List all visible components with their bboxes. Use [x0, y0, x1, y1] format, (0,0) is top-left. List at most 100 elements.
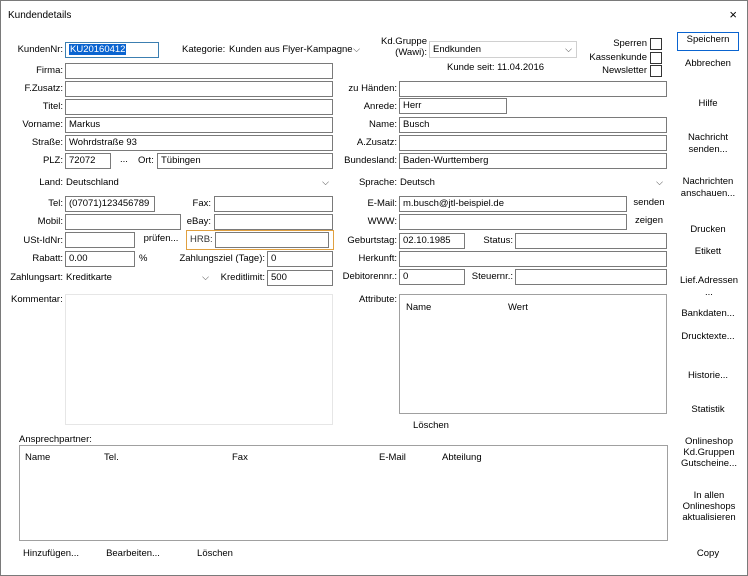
contacts-col-name: Name	[25, 452, 51, 463]
tel-input[interactable]: (07071)123456789	[65, 196, 155, 212]
statistik-button[interactable]: Statistik	[677, 402, 739, 420]
kategorie-select[interactable]: Kunden aus Flyer-Kampagne ⌵	[226, 42, 364, 59]
zuhaenden-label: zu Händen:	[348, 83, 397, 94]
strasse-label: Straße:	[31, 137, 63, 148]
contact-add-button[interactable]: Hinzufügen...	[19, 546, 83, 564]
strasse-input[interactable]: Wohrdstraße 93	[65, 135, 333, 151]
ebay-label: eBay:	[186, 216, 211, 227]
vorname-input[interactable]: Markus	[65, 117, 333, 133]
pruefen-button[interactable]: prüfen...	[138, 231, 184, 249]
kunde-seit-text: Kunde seit: 11.04.2016	[447, 62, 545, 73]
kommentar-textarea[interactable]	[65, 294, 333, 425]
ebay-input[interactable]	[214, 214, 333, 230]
attr-col-wert: Wert	[508, 302, 528, 313]
www-zeigen-button[interactable]: zeigen	[630, 213, 668, 231]
drucktexte-button[interactable]: Drucktexte...	[677, 329, 739, 347]
zahlungsziel-input[interactable]: 0	[267, 251, 333, 267]
window-title: Kundendetails	[8, 10, 72, 21]
hrb-field[interactable]: HRB:	[186, 230, 334, 250]
kreditlimit-input[interactable]: 500	[267, 270, 333, 286]
kassenkunde-checkbox[interactable]	[650, 52, 662, 64]
attribute-label: Attribute:	[358, 294, 397, 305]
drucken-button[interactable]: Drucken	[677, 222, 739, 240]
lief-adressen-button[interactable]: Lief.Adressen ...	[677, 272, 741, 300]
ansprechpartner-table[interactable]: Name Tel. Fax E-Mail Abteilung	[19, 445, 668, 541]
abbrechen-button[interactable]: Abbrechen	[677, 56, 739, 74]
land-value: Deutschland	[66, 177, 119, 188]
titel-input[interactable]	[65, 99, 333, 115]
chevron-down-icon: ⌵	[656, 177, 663, 187]
historie-button[interactable]: Historie...	[677, 368, 739, 386]
bankdaten-button[interactable]: Bankdaten...	[677, 306, 739, 324]
geburtstag-label: Geburtstag:	[347, 235, 397, 246]
status-input[interactable]	[515, 233, 667, 249]
contacts-col-fax: Fax	[232, 452, 248, 463]
firma-input[interactable]	[65, 63, 333, 79]
steuernr-input[interactable]	[515, 269, 667, 285]
kreditlimit-label: Kreditlimit:	[220, 272, 265, 283]
onlineshop-gruppen-button[interactable]: Onlineshop Kd.Gruppen Gutscheine...	[677, 432, 741, 470]
sprache-select[interactable]: Deutsch ⌵	[397, 175, 667, 192]
herkunft-input[interactable]	[399, 251, 667, 267]
kdgruppe-select[interactable]: Endkunden ⌵	[429, 41, 577, 58]
copy-button[interactable]: Copy	[677, 546, 739, 564]
chevron-down-icon: ⌵	[353, 44, 360, 54]
bundesland-input[interactable]: Baden-Wurttemberg	[399, 153, 667, 169]
newsletter-label: Newsletter	[602, 65, 647, 76]
sperren-checkbox[interactable]	[650, 38, 662, 50]
plz-lookup-button[interactable]: ...	[114, 152, 134, 170]
nachrichten-anschauen-button[interactable]: Nachrichten anschauen...	[677, 173, 739, 201]
sprache-value: Deutsch	[400, 177, 435, 188]
ustid-input[interactable]	[65, 232, 135, 248]
zahlungsart-select[interactable]: Kreditkarte ⌵	[63, 270, 213, 287]
anrede-label: Anrede:	[363, 101, 397, 112]
kategorie-value: Kunden aus Flyer-Kampagne	[229, 44, 353, 55]
name-input[interactable]: Busch	[399, 117, 667, 133]
land-select[interactable]: Deutschland ⌵	[63, 175, 333, 192]
attribute-list[interactable]: Name Wert	[399, 294, 667, 414]
email-senden-button[interactable]: senden	[630, 195, 668, 213]
rabatt-unit: %	[139, 253, 148, 264]
zusatz-input[interactable]	[65, 81, 333, 97]
speichern-button[interactable]: Speichern	[677, 32, 739, 51]
kdgruppe-label-line1: Kd.Gruppe	[381, 36, 427, 47]
geburtstag-input[interactable]: 02.10.1985	[399, 233, 465, 249]
email-input[interactable]: m.busch@jtl-beispiel.de	[399, 196, 627, 212]
debitorennr-label: Debitorennr.:	[342, 271, 397, 282]
kdgruppe-label-line2: (Wawi):	[395, 47, 427, 58]
www-input[interactable]	[399, 214, 627, 230]
kundennr-value: KU20160412	[69, 44, 127, 55]
etikett-button[interactable]: Etikett	[677, 244, 739, 262]
contact-delete-button[interactable]: Löschen	[183, 546, 247, 564]
ort-input[interactable]: Tübingen	[157, 153, 333, 169]
in-allen-onlineshops-button[interactable]: In allen Onlineshops aktualisieren	[677, 486, 741, 524]
plz-input[interactable]: 72072	[65, 153, 111, 169]
email-label: E-Mail:	[367, 198, 397, 209]
www-label: WWW:	[367, 216, 397, 227]
kdgruppe-label: Kd.Gruppe (Wawi):	[371, 36, 427, 58]
anrede-input[interactable]: Herr	[399, 98, 507, 114]
attribute-loeschen-button[interactable]: Löschen	[401, 418, 461, 436]
close-icon[interactable]: ×	[729, 7, 737, 22]
hilfe-button[interactable]: Hilfe	[677, 96, 739, 114]
chevron-down-icon: ⌵	[202, 272, 209, 282]
land-label: Land:	[39, 177, 63, 188]
kassenkunde-label: Kassenkunde	[589, 52, 647, 63]
debitorennr-input[interactable]: 0	[399, 269, 465, 285]
kommentar-label: Kommentar:	[11, 294, 63, 305]
fax-input[interactable]	[214, 196, 333, 212]
rabatt-input[interactable]: 0.00	[65, 251, 135, 267]
kundennr-input[interactable]: KU20160412	[65, 42, 159, 58]
azusatz-input[interactable]	[399, 135, 667, 151]
sprache-label: Sprache:	[358, 177, 397, 188]
rabatt-label: Rabatt:	[32, 253, 63, 264]
zusatz-label: F.Zusatz:	[24, 83, 63, 94]
zuhaenden-input[interactable]	[399, 81, 667, 97]
newsletter-checkbox[interactable]	[650, 65, 662, 77]
kundennr-label: KundenNr:	[17, 44, 63, 55]
nachricht-senden-button[interactable]: Nachricht senden...	[677, 129, 739, 157]
contact-edit-button[interactable]: Bearbeiten...	[101, 546, 165, 564]
firma-label: Firma:	[36, 65, 63, 76]
status-label: Status:	[483, 235, 513, 246]
hrb-input[interactable]	[215, 232, 329, 248]
